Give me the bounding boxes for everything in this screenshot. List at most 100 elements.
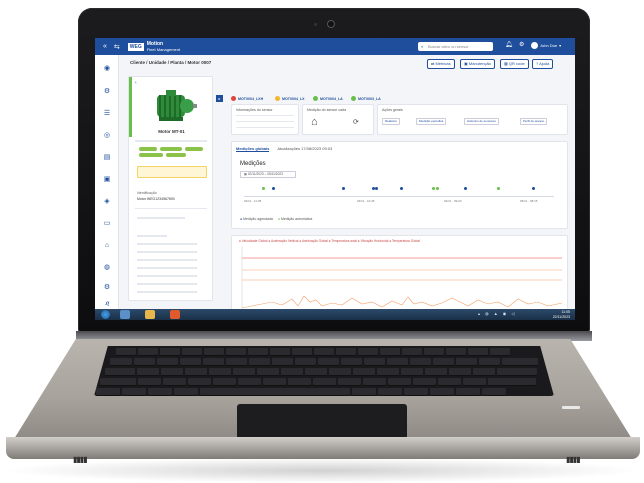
timeline-point[interactable] (497, 187, 500, 190)
share-icon[interactable]: ⇆ (114, 43, 120, 51)
timeline-point[interactable] (272, 187, 275, 190)
refresh-icon[interactable]: ⟳ (353, 118, 359, 126)
key (318, 358, 339, 366)
status-light (562, 406, 580, 409)
help-label: Ajuda (539, 61, 550, 66)
sensor-label: MOT0004_LX (282, 96, 305, 101)
system-clock[interactable]: 11:05 22/11/2023 (553, 310, 570, 319)
search-icon: ⌕ (421, 44, 424, 49)
timeline-point[interactable] (532, 187, 535, 190)
tab-global-measurements[interactable]: Medições globais (236, 146, 270, 152)
motor-outline-icon: ⌂ (311, 116, 318, 128)
tab-updates[interactable]: Atualizações 17/08/2023 09:03 (277, 146, 332, 152)
system-tray-icons[interactable]: ▴ ◍ ▲ ◉ ◁ (478, 311, 516, 316)
key (336, 348, 356, 356)
collapse-menu-icon[interactable]: « (103, 43, 107, 50)
avatar (531, 42, 538, 49)
breadcrumb[interactable]: Cliente / Unidade / Planta / Motor 0007 (130, 60, 211, 65)
qr-code-button[interactable]: ▦ QR code (500, 59, 529, 69)
taskbar-folder-icon[interactable] (145, 310, 155, 319)
laptop-screen: « ⇆ WEG Motion Fleet Management ⌕ Buscar… (95, 38, 575, 320)
timeline-point[interactable] (432, 187, 435, 190)
sensor-chip[interactable]: MOT0004_LX (275, 96, 305, 101)
card-title: Medição do sensor cada (307, 108, 347, 112)
sensor-chip[interactable]: MOT0004_LA (313, 96, 343, 101)
nav-sensors-icon[interactable]: ◈ (103, 198, 111, 206)
user-menu[interactable]: John Doe ▾ (531, 42, 561, 49)
nav-briefcase-icon[interactable]: ▣ (103, 176, 111, 184)
timeline-point[interactable] (400, 187, 403, 190)
nav-globe-icon[interactable]: ◍ (103, 264, 111, 272)
maintenance-button[interactable]: ▣ Manutenção (460, 59, 495, 69)
windows-taskbar: ▴ ◍ ▲ ◉ ◁ 11:05 22/11/2023 (95, 309, 575, 320)
quick-action-report[interactable]: Relatório (382, 118, 401, 125)
nav-document-icon[interactable]: ▤ (103, 154, 111, 162)
quick-action-access[interactable]: Perfil de acesso (520, 118, 548, 125)
sensor-status-dot (313, 96, 318, 101)
taskbar-media-icon[interactable] (170, 310, 180, 319)
key (272, 358, 293, 366)
key (446, 348, 466, 356)
start-button[interactable] (101, 310, 110, 319)
timeline-legend: ● Medição agendada ● Medição automática (240, 217, 312, 221)
nav-plant-icon[interactable]: ⚙ (103, 284, 111, 292)
measurements-title: Medições (240, 161, 266, 167)
motor-image (157, 90, 197, 121)
nav-dashboard-icon[interactable]: ◉ (103, 65, 111, 73)
timeline-point[interactable] (436, 187, 439, 190)
app-brand: Motion Fleet Management (147, 41, 180, 52)
sensor-label: MOT0003_LA (358, 96, 381, 101)
clock-date: 22/11/2023 (552, 314, 570, 319)
date-range-input[interactable]: ▦ 02/11/2023 – 05/11/2023 (240, 171, 296, 178)
trend-graph-card: ● Velocidade Global ● Aceleração Vertica… (231, 235, 568, 311)
metrics-button[interactable]: ⇄ Métricas (427, 59, 455, 69)
expand-panel-button[interactable]: ▸ (216, 95, 223, 102)
nav-users-icon[interactable]: ዳ (103, 301, 111, 309)
nav-list-icon[interactable]: ☰ (103, 110, 111, 118)
sensor-label: MOT0004_LA (320, 96, 343, 101)
help-button[interactable]: ? Ajuda (532, 59, 554, 69)
quick-action-periodic[interactable]: Medição periódica (416, 118, 447, 125)
key (116, 348, 136, 356)
timeline-label: 03/11 · 10:45 (357, 199, 375, 203)
back-arrow-icon[interactable]: ‹ (135, 80, 137, 86)
key (463, 378, 486, 386)
search-input[interactable]: ⌕ Buscar ativo ou sensor (418, 42, 493, 51)
nav-target-icon[interactable]: ◎ (103, 132, 111, 140)
settings-gear-icon[interactable]: ⚙ (519, 41, 524, 48)
timeline-point[interactable] (262, 187, 265, 190)
info-row (236, 115, 294, 116)
key (226, 348, 246, 356)
quick-action-label: Histórico de sensores (467, 119, 496, 123)
key (248, 348, 268, 356)
quick-action-history[interactable]: Histórico de sensores (464, 118, 499, 125)
key (138, 378, 161, 386)
trend-series (241, 295, 563, 309)
nav-assets-icon[interactable]: ⚙ (103, 88, 111, 96)
key-row (100, 378, 536, 386)
touchpad (237, 404, 407, 439)
laptop-scene: « ⇆ WEG Motion Fleet Management ⌕ Buscar… (0, 0, 644, 483)
key (425, 368, 447, 376)
timeline-point[interactable] (464, 187, 467, 190)
taskbar-browser-icon[interactable] (120, 310, 130, 319)
key (380, 348, 400, 356)
sensor-chip[interactable]: MOT0003_LA (351, 96, 381, 101)
timeline-point[interactable] (342, 187, 345, 190)
spec-row (137, 259, 197, 261)
key (100, 378, 136, 386)
spec-row (137, 243, 197, 245)
notifications-bell-icon[interactable]: 🔔︎ (505, 41, 513, 48)
nav-home-icon[interactable]: ⌂ (103, 242, 111, 250)
legend-scheduled-label: Medição agendada (243, 217, 273, 221)
sensor-chip[interactable]: MOT0004_LXH (231, 96, 263, 101)
key (473, 368, 495, 376)
timeline-point[interactable] (375, 187, 378, 190)
date-range-value: 02/11/2023 – 05/11/2023 (247, 172, 283, 176)
key (378, 388, 402, 396)
sensor-status-dot (275, 96, 280, 101)
nav-card-icon[interactable]: ▭ (103, 220, 111, 228)
key (185, 368, 207, 376)
key (401, 368, 423, 376)
key (257, 368, 279, 376)
